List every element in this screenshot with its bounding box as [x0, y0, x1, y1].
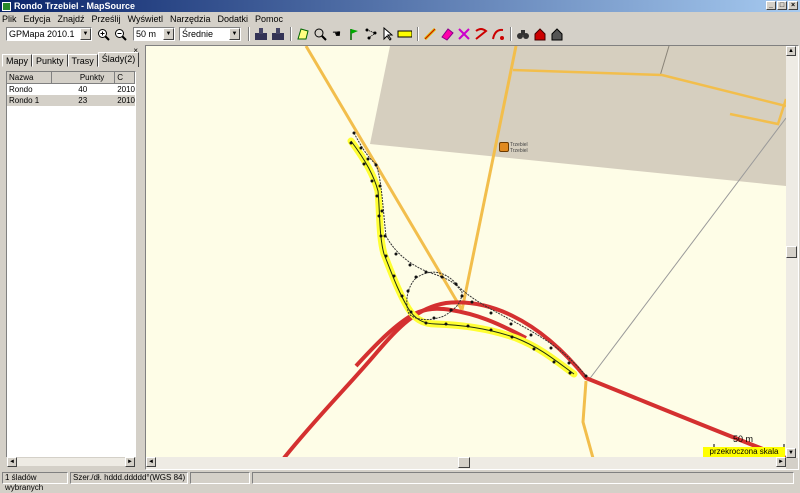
title-bar: Rondo Trzebiel - MapSource _ □ ×: [0, 0, 800, 12]
chevron-down-icon[interactable]: ▼: [163, 28, 174, 40]
mapsource-window: Rondo Trzebiel - MapSource _ □ × Plik Ed…: [0, 0, 800, 492]
zoom-scale-value: 50 m: [136, 29, 157, 39]
tracks-list: Nazwa Punkty C Rondo 40 2010 Rondo 1 23 …: [6, 71, 136, 465]
scale-warning: przekroczona skala: [703, 447, 785, 457]
column-name[interactable]: Nazwa: [7, 72, 53, 83]
map-product-select[interactable]: GPMapa 2010.1 ▼: [6, 27, 92, 41]
scroll-down-icon[interactable]: ▼: [786, 448, 796, 458]
panel-tabs: Mapy Punkty Trasy Ślady(2): [2, 52, 140, 68]
hand-tool-icon[interactable]: ☚: [329, 27, 344, 42]
data-panel: Mapy Punkty Trasy Ślady(2) × Nazwa Punkt…: [2, 44, 142, 469]
route-from-track-icon[interactable]: [490, 27, 505, 42]
close-button[interactable]: ×: [788, 1, 798, 10]
tab-maps[interactable]: Mapy: [2, 54, 33, 67]
scroll-thumb[interactable]: [786, 246, 797, 258]
scale-label: 50 m: [733, 434, 754, 444]
status-bar: 1 śladów wybranych Szer./dł. hddd.ddddd°…: [0, 471, 800, 492]
status-panel: [252, 472, 794, 484]
chevron-down-icon[interactable]: ▼: [80, 28, 91, 40]
zoom-tool-icon[interactable]: [312, 27, 327, 42]
menu-narzedzia[interactable]: Narzędzia: [170, 14, 211, 24]
detail-level-value: Średnie: [182, 29, 214, 39]
find-places-icon[interactable]: [532, 27, 547, 42]
status-selection: 1 śladów wybranych: [2, 472, 68, 492]
map-svg: [282, 46, 786, 458]
receive-from-device-icon[interactable]: [253, 27, 268, 42]
list-item[interactable]: Rondo 1 23 2010: [7, 95, 135, 106]
map-tool-icon[interactable]: [295, 27, 310, 42]
map-scale: 50 m przekroczona skala: [703, 434, 785, 458]
zoom-scale-select[interactable]: 50 m ▼: [133, 27, 175, 41]
scroll-left-icon[interactable]: ◄: [146, 457, 156, 467]
join-track-icon[interactable]: [473, 27, 488, 42]
scroll-right-icon[interactable]: ►: [125, 457, 135, 467]
chevron-down-icon[interactable]: ▼: [229, 28, 240, 40]
town-poi[interactable]: Trzebiel Trzebiel: [499, 142, 528, 154]
map-vertical-scrollbar[interactable]: ▲ ▼: [786, 46, 798, 458]
minimize-button[interactable]: _: [766, 1, 776, 10]
list-horizontal-scrollbar[interactable]: ◄ ►: [6, 457, 136, 467]
list-header: Nazwa Punkty C: [7, 72, 135, 84]
status-coord-format: Szer./dł. hddd.ddddd°(WGS 84): [70, 472, 188, 484]
menu-bar: Plik Edycja Znajdź Prześlij Wyświetl Nar…: [0, 12, 800, 25]
track-date: 2010: [117, 85, 135, 94]
menu-dodatki[interactable]: Dodatki: [218, 14, 249, 24]
route-tool-icon[interactable]: [363, 27, 378, 42]
map-product-value: GPMapa 2010.1: [9, 29, 75, 39]
measure-tool-icon[interactable]: [397, 27, 412, 42]
close-icon[interactable]: ×: [133, 46, 138, 55]
maximize-button[interactable]: □: [777, 1, 787, 10]
map-view[interactable]: Trzebiel Trzebiel 50 m przekroczona skal…: [145, 45, 799, 470]
window-title: Rondo Trzebiel - MapSource: [14, 1, 136, 11]
scroll-left-icon[interactable]: ◄: [7, 457, 17, 467]
select-tool-icon[interactable]: [380, 27, 395, 42]
menu-przeslij[interactable]: Prześlij: [92, 14, 121, 24]
track-points: 40: [78, 85, 88, 94]
menu-wyswietl[interactable]: Wyświetl: [128, 14, 163, 24]
tab-routes[interactable]: Trasy: [67, 54, 98, 67]
map-horizontal-scrollbar[interactable]: ◄ ►: [146, 457, 786, 469]
track-points: 23: [78, 96, 88, 105]
zoom-out-icon[interactable]: [113, 27, 128, 42]
scroll-up-icon[interactable]: ▲: [786, 46, 796, 56]
poi-label: Trzebiel Trzebiel: [510, 142, 528, 154]
menu-edycja[interactable]: Edycja: [24, 14, 51, 24]
list-item[interactable]: Rondo 40 2010: [7, 84, 135, 95]
main-road: [354, 306, 527, 368]
divide-track-icon[interactable]: [456, 27, 471, 42]
map-canvas[interactable]: Trzebiel Trzebiel 50 m przekroczona skal…: [146, 46, 786, 458]
scroll-thumb[interactable]: [458, 457, 470, 468]
tab-waypoints[interactable]: Punkty: [32, 54, 68, 67]
app-icon: [2, 1, 11, 11]
column-points[interactable]: Punkty: [52, 72, 116, 83]
track-name: Rondo 1: [9, 96, 40, 105]
send-to-device-icon[interactable]: [270, 27, 285, 42]
status-panel: [190, 472, 250, 484]
track-edit-icon[interactable]: [422, 27, 437, 42]
zoom-in-icon[interactable]: [96, 27, 111, 42]
menu-pomoc[interactable]: Pomoc: [255, 14, 283, 24]
waypoint-tool-icon[interactable]: [346, 27, 361, 42]
eraser-icon[interactable]: [439, 27, 454, 42]
find-icon[interactable]: [515, 27, 530, 42]
town-icon: [499, 142, 509, 152]
menu-plik[interactable]: Plik: [2, 14, 17, 24]
find-address-icon[interactable]: [549, 27, 564, 42]
scroll-right-icon[interactable]: ►: [776, 457, 786, 467]
minor-road: [581, 380, 595, 458]
landuse-area: [370, 46, 786, 186]
toolbar: GPMapa 2010.1 ▼ 50 m ▼ Średnie ▼ ☚: [0, 25, 800, 43]
menu-znajdz[interactable]: Znajdź: [58, 14, 85, 24]
track-name: Rondo: [9, 85, 33, 94]
track-date: 2010: [117, 96, 135, 105]
detail-level-select[interactable]: Średnie ▼: [179, 27, 241, 41]
column-date[interactable]: C: [115, 72, 135, 83]
